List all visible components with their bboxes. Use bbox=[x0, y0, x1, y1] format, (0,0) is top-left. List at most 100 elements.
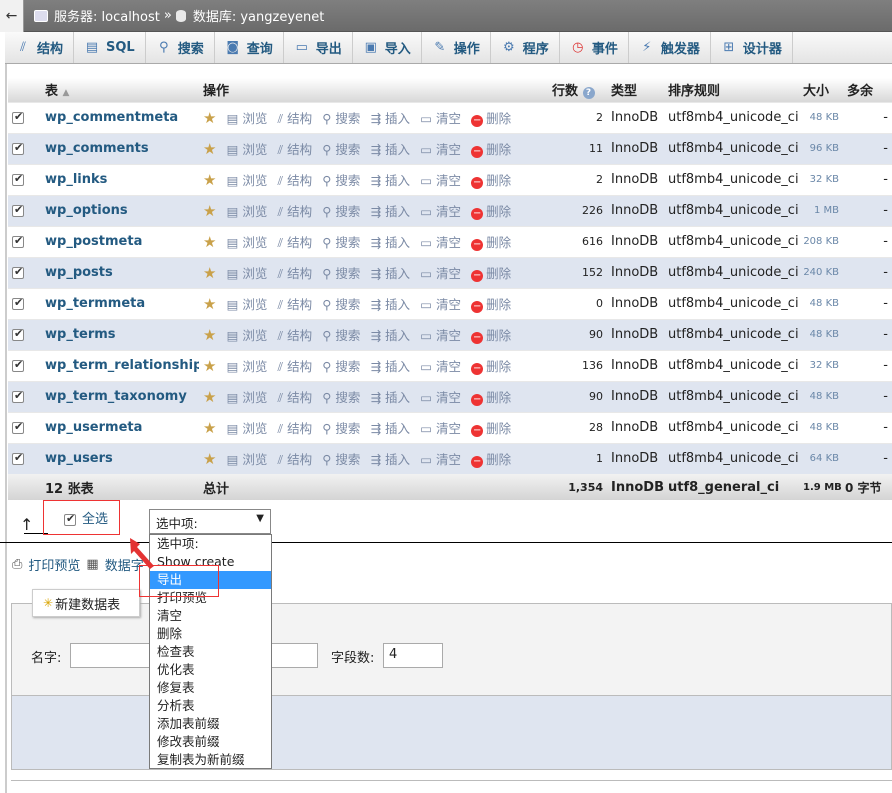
dropdown-option[interactable]: 分析表 bbox=[150, 697, 271, 715]
favorite-star-icon[interactable]: ★ bbox=[203, 419, 216, 437]
favorite-star-icon[interactable]: ★ bbox=[203, 357, 216, 375]
drop-action[interactable]: − 删除 bbox=[471, 390, 511, 406]
empty-action[interactable]: ▭ 清空 bbox=[420, 173, 461, 188]
dropdown-option[interactable]: 修复表 bbox=[150, 679, 271, 697]
browse-action[interactable]: ▤ 浏览 bbox=[227, 328, 268, 343]
browse-action[interactable]: ▤ 浏览 bbox=[227, 173, 268, 188]
search-action[interactable]: ⚲ 搜索 bbox=[322, 359, 360, 374]
search-action[interactable]: ⚲ 搜索 bbox=[322, 297, 360, 312]
dropdown-option[interactable]: 检查表 bbox=[150, 643, 271, 661]
empty-action[interactable]: ▭ 清空 bbox=[420, 235, 461, 250]
field-count-input[interactable]: 4 bbox=[383, 643, 443, 668]
drop-action[interactable]: − 删除 bbox=[471, 421, 511, 437]
insert-action[interactable]: ⇶ 插入 bbox=[371, 173, 410, 188]
insert-action[interactable]: ⇶ 插入 bbox=[371, 266, 410, 281]
insert-action[interactable]: ⇶ 插入 bbox=[371, 235, 410, 250]
row-checkbox[interactable] bbox=[12, 110, 24, 124]
browse-action[interactable]: ▤ 浏览 bbox=[227, 204, 268, 219]
table-size[interactable]: 48 KB bbox=[799, 411, 843, 443]
table-name-link[interactable]: wp_commentmeta bbox=[41, 101, 199, 133]
tab-import[interactable]: ▣ 导入 bbox=[353, 32, 422, 63]
print-view-link[interactable]: 打印预览 bbox=[28, 555, 80, 574]
row-checkbox[interactable] bbox=[12, 296, 24, 310]
drop-action[interactable]: − 删除 bbox=[471, 111, 511, 127]
drop-action[interactable]: − 删除 bbox=[471, 452, 511, 469]
table-name-link[interactable]: wp_usermeta bbox=[41, 411, 199, 443]
dropdown-option[interactable]: 清空 bbox=[150, 607, 271, 625]
drop-action[interactable]: − 删除 bbox=[471, 142, 511, 158]
tab-triggers[interactable]: ⚡ 触发器 bbox=[629, 32, 711, 63]
insert-action[interactable]: ⇶ 插入 bbox=[371, 297, 410, 312]
favorite-star-icon[interactable]: ★ bbox=[203, 202, 216, 220]
search-action[interactable]: ⚲ 搜索 bbox=[322, 266, 360, 281]
structure-action[interactable]: ⫽ 结构 bbox=[278, 359, 313, 374]
new-table-button[interactable]: ✳ 新建数据表 bbox=[32, 589, 140, 617]
tab-operations[interactable]: ✎ 操作 bbox=[422, 32, 491, 63]
structure-action[interactable]: ⫽ 结构 bbox=[278, 173, 313, 188]
insert-action[interactable]: ⇶ 插入 bbox=[371, 111, 410, 126]
empty-action[interactable]: ▭ 清空 bbox=[420, 452, 461, 467]
tab-events[interactable]: ◷ 事件 bbox=[560, 32, 629, 63]
tab-routines[interactable]: ⚙ 程序 bbox=[491, 32, 560, 63]
structure-action[interactable]: ⫽ 结构 bbox=[278, 235, 313, 250]
search-action[interactable]: ⚲ 搜索 bbox=[322, 235, 360, 250]
table-size[interactable]: 32 KB bbox=[799, 163, 843, 195]
table-name-link[interactable]: wp_comments bbox=[41, 132, 199, 164]
structure-action[interactable]: ⫽ 结构 bbox=[278, 142, 313, 157]
table-size[interactable]: 240 KB bbox=[799, 256, 843, 288]
drop-action[interactable]: − 删除 bbox=[471, 359, 511, 375]
row-checkbox[interactable] bbox=[12, 358, 24, 372]
search-action[interactable]: ⚲ 搜索 bbox=[322, 328, 360, 343]
empty-action[interactable]: ▭ 清空 bbox=[420, 142, 461, 157]
drop-action[interactable]: − 删除 bbox=[471, 235, 511, 251]
insert-action[interactable]: ⇶ 插入 bbox=[371, 142, 410, 157]
table-size[interactable]: 1 MB bbox=[799, 194, 843, 226]
search-action[interactable]: ⚲ 搜索 bbox=[322, 421, 360, 436]
dropdown-option[interactable]: 删除 bbox=[150, 625, 271, 643]
structure-action[interactable]: ⫽ 结构 bbox=[278, 390, 313, 405]
header-rows[interactable]: 行数 ? bbox=[548, 78, 607, 102]
table-name-link[interactable]: wp_posts bbox=[41, 256, 199, 288]
browse-action[interactable]: ▤ 浏览 bbox=[227, 452, 268, 467]
table-name-link[interactable]: wp_term_relationships bbox=[41, 349, 199, 381]
structure-action[interactable]: ⫽ 结构 bbox=[278, 204, 313, 219]
row-checkbox[interactable] bbox=[12, 172, 24, 186]
header-overhead[interactable]: 多余 bbox=[843, 78, 892, 102]
table-size[interactable]: 96 KB bbox=[799, 132, 843, 164]
drop-action[interactable]: − 删除 bbox=[471, 204, 511, 220]
structure-action[interactable]: ⫽ 结构 bbox=[278, 452, 313, 467]
structure-action[interactable]: ⫽ 结构 bbox=[278, 266, 313, 281]
favorite-star-icon[interactable]: ★ bbox=[203, 140, 216, 158]
tab-search[interactable]: ⚲ 搜索 bbox=[146, 32, 215, 63]
table-name-link[interactable]: wp_terms bbox=[41, 318, 199, 350]
table-size[interactable]: 64 KB bbox=[799, 442, 843, 474]
table-name-link[interactable]: wp_options bbox=[41, 194, 199, 226]
insert-action[interactable]: ⇶ 插入 bbox=[371, 359, 410, 374]
select-all[interactable]: 全选 bbox=[43, 500, 120, 535]
header-collation[interactable]: 排序规则 bbox=[664, 78, 799, 102]
row-checkbox[interactable] bbox=[12, 203, 24, 217]
dropdown-option[interactable]: 复制表为新前缀 bbox=[150, 751, 271, 769]
dropdown-option[interactable]: 选中项: bbox=[150, 535, 271, 553]
with-selected-select[interactable]: 选中项: ▼ bbox=[149, 509, 271, 534]
table-size[interactable]: 208 KB bbox=[799, 225, 843, 257]
drop-action[interactable]: − 删除 bbox=[471, 297, 511, 313]
drop-action[interactable]: − 删除 bbox=[471, 328, 511, 344]
table-size[interactable]: 48 KB bbox=[799, 287, 843, 319]
browse-action[interactable]: ▤ 浏览 bbox=[227, 142, 268, 157]
header-type[interactable]: 类型 bbox=[607, 78, 664, 102]
favorite-star-icon[interactable]: ★ bbox=[203, 295, 216, 313]
favorite-star-icon[interactable]: ★ bbox=[203, 109, 216, 127]
tab-export[interactable]: ▭ 导出 bbox=[284, 32, 353, 63]
row-checkbox[interactable] bbox=[12, 327, 24, 341]
dropdown-option[interactable]: 添加表前缀 bbox=[150, 715, 271, 733]
structure-action[interactable]: ⫽ 结构 bbox=[278, 328, 313, 343]
structure-action[interactable]: ⫽ 结构 bbox=[278, 111, 313, 126]
search-action[interactable]: ⚲ 搜索 bbox=[322, 111, 360, 126]
search-action[interactable]: ⚲ 搜索 bbox=[322, 452, 360, 467]
empty-action[interactable]: ▭ 清空 bbox=[420, 111, 461, 126]
browse-action[interactable]: ▤ 浏览 bbox=[227, 266, 268, 281]
breadcrumb-server[interactable]: 服务器: localhost bbox=[54, 6, 160, 25]
table-size[interactable]: 48 KB bbox=[799, 380, 843, 412]
favorite-star-icon[interactable]: ★ bbox=[203, 326, 216, 344]
